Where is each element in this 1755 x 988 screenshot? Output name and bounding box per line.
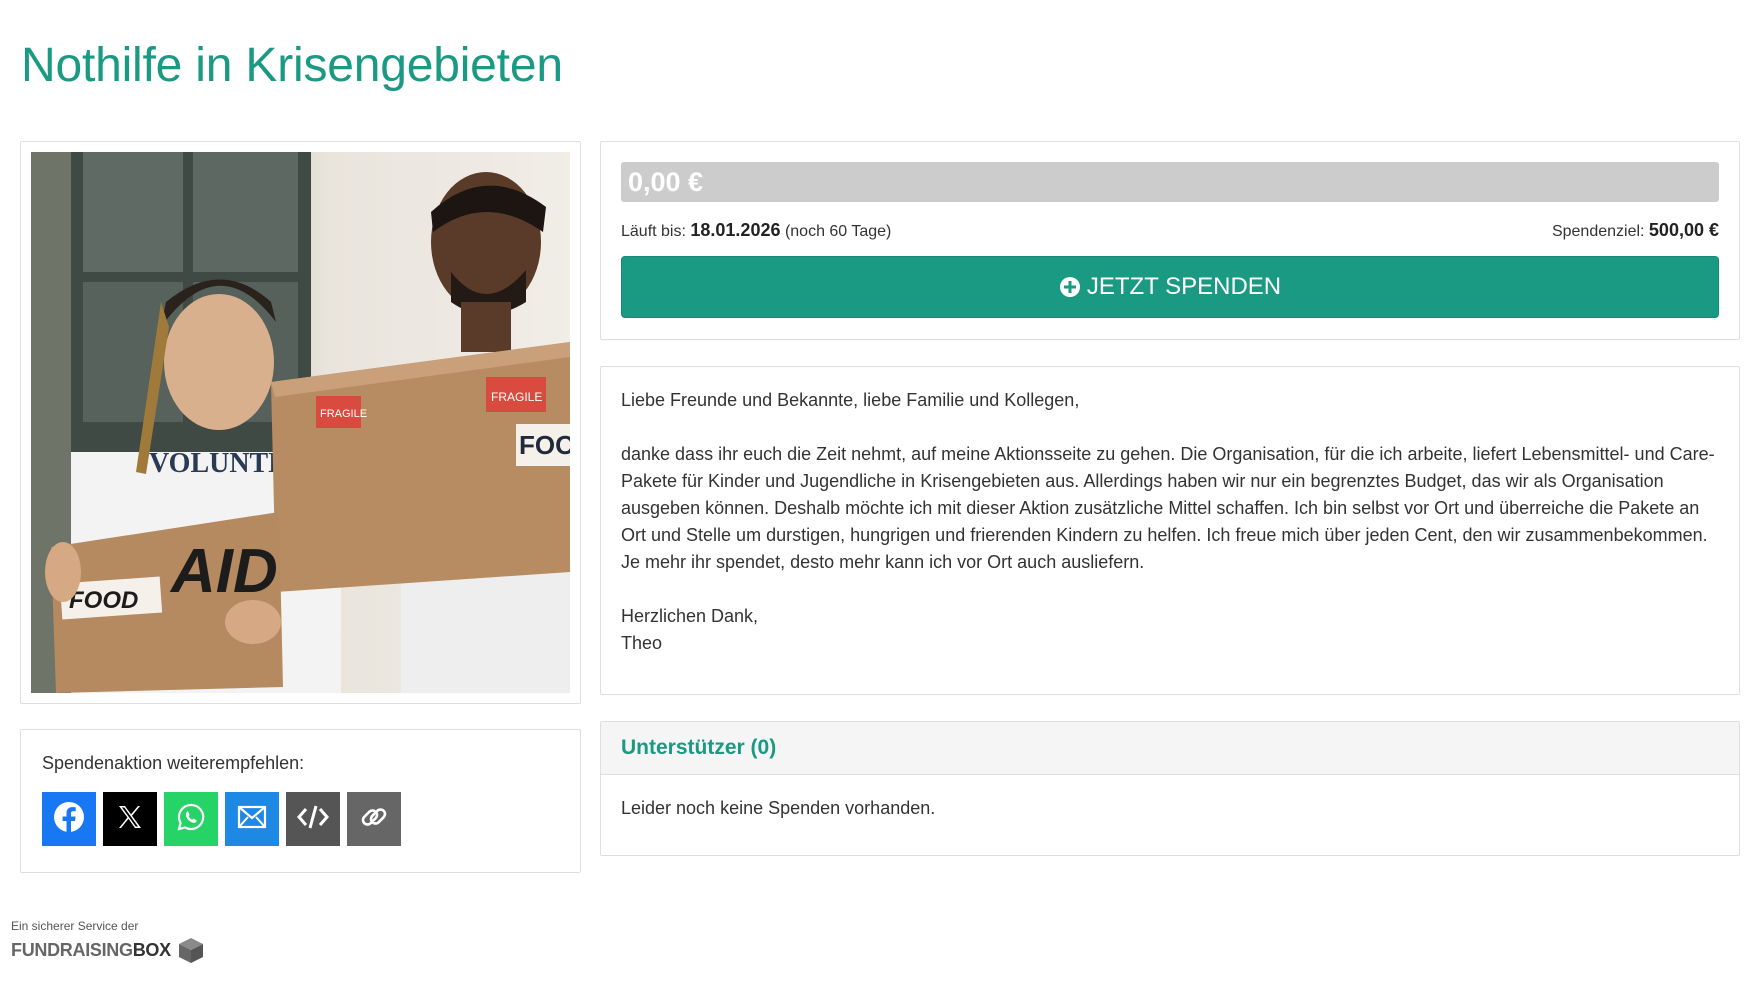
progress-card: 0,00 € Läuft bis: 18.01.2026 (noch 60 Ta… bbox=[600, 141, 1740, 340]
page-title: Nothilfe in Krisengebieten bbox=[21, 39, 563, 92]
footer-service-text: Ein sicherer Service der bbox=[11, 919, 139, 933]
share-facebook-button[interactable] bbox=[42, 792, 96, 846]
goal-amount: 500,00 € bbox=[1648, 220, 1719, 240]
description-body: danke dass ihr euch die Zeit nehmt, auf … bbox=[621, 444, 1715, 572]
cube-icon bbox=[178, 938, 203, 963]
svg-text:FOO: FOO bbox=[519, 430, 570, 460]
supporters-header: Unterstützer (0) bbox=[601, 722, 1739, 775]
progress-bar: 0,00 € bbox=[621, 162, 1719, 202]
supporters-card: Unterstützer (0) Leider noch keine Spend… bbox=[600, 721, 1740, 856]
supporters-title: Unterstützer (0) bbox=[621, 736, 777, 759]
description-card: Liebe Freunde und Bekannte, liebe Famili… bbox=[600, 366, 1740, 695]
svg-text:FOOD: FOOD bbox=[69, 587, 138, 614]
campaign-image-card: VOLUNTEER FRAGILE FRAGILE FOO AID FOOD bbox=[20, 141, 581, 704]
code-icon bbox=[297, 804, 329, 835]
footer-brand-b: BOX bbox=[132, 939, 171, 960]
share-buttons bbox=[42, 792, 401, 846]
share-embed-button[interactable] bbox=[286, 792, 340, 846]
share-link-button[interactable] bbox=[347, 792, 401, 846]
share-card: Spendenaktion weiterempfehlen: bbox=[20, 729, 581, 873]
end-date: 18.01.2026 bbox=[690, 220, 781, 240]
campaign-image: VOLUNTEER FRAGILE FRAGILE FOO AID FOOD bbox=[31, 152, 570, 693]
supporters-empty-message: Leider noch keine Spenden vorhanden. bbox=[621, 798, 936, 818]
goal-label: Spendenziel: bbox=[1551, 223, 1645, 240]
description-text: Liebe Freunde und Bekannte, liebe Famili… bbox=[621, 387, 1719, 657]
share-whatsapp-button[interactable] bbox=[164, 792, 218, 846]
mail-icon bbox=[237, 805, 267, 834]
donate-now-label: JETZT SPENDEN bbox=[1086, 273, 1282, 300]
plus-circle-icon bbox=[1059, 276, 1081, 298]
link-icon bbox=[359, 802, 389, 837]
runs-until: Läuft bis: 18.01.2026 (noch 60 Tage) bbox=[621, 220, 891, 241]
svg-text:AID: AID bbox=[169, 537, 278, 606]
remaining-days: (noch 60 Tage) bbox=[784, 223, 892, 240]
svg-text:FRAGILE: FRAGILE bbox=[320, 408, 367, 420]
greeting: Liebe Freunde und Bekannte, liebe Famili… bbox=[621, 390, 1080, 410]
donate-now-button[interactable]: JETZT SPENDEN bbox=[621, 256, 1719, 318]
share-label: Spendenaktion weiterempfehlen: bbox=[42, 753, 305, 773]
fundraisingbox-logo[interactable]: FUNDRAISING BOX bbox=[11, 936, 205, 964]
facebook-icon bbox=[53, 801, 85, 838]
share-email-button[interactable] bbox=[225, 792, 279, 846]
progress-amount: 0,00 € bbox=[628, 167, 704, 197]
signature: Theo bbox=[621, 633, 663, 653]
share-x-button[interactable] bbox=[103, 792, 157, 846]
runs-until-label: Läuft bis: bbox=[621, 223, 686, 240]
footer-brand-a: FUNDRAISING bbox=[11, 939, 133, 960]
x-icon bbox=[116, 803, 144, 836]
svg-text:FRAGILE: FRAGILE bbox=[491, 390, 542, 404]
whatsapp-icon bbox=[176, 802, 206, 837]
closing: Herzlichen Dank, bbox=[621, 606, 759, 626]
donation-goal: Spendenziel: 500,00 € bbox=[1552, 220, 1719, 241]
